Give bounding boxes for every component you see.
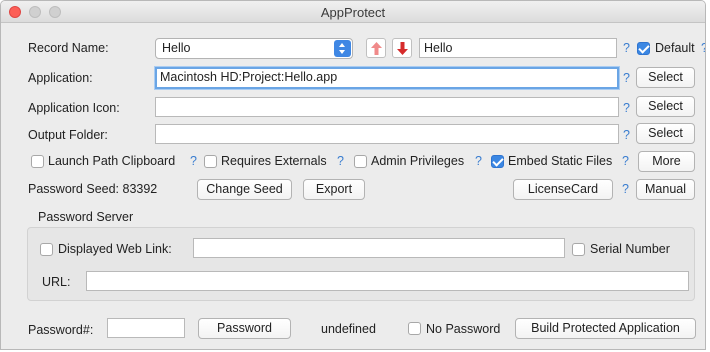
requires-externals-checkbox[interactable] bbox=[204, 155, 217, 168]
license-card-button[interactable]: LicenseCard bbox=[513, 179, 613, 200]
move-down-button[interactable] bbox=[392, 38, 412, 58]
default-label[interactable]: Default bbox=[655, 41, 695, 55]
output-select-button[interactable]: Select bbox=[636, 123, 695, 144]
record-name-popup[interactable]: Hello bbox=[155, 38, 353, 59]
record-name-field[interactable]: Hello bbox=[419, 38, 617, 58]
password-server-group: Displayed Web Link: Serial Number URL: bbox=[27, 227, 695, 301]
window-title: AppProtect bbox=[320, 5, 386, 20]
undefined-text: undefined bbox=[321, 322, 376, 336]
password-server-title: Password Server bbox=[38, 210, 134, 224]
displayed-web-link-label[interactable]: Displayed Web Link: bbox=[58, 242, 172, 256]
launch-path-checkbox[interactable] bbox=[31, 155, 44, 168]
application-path-field[interactable]: Macintosh HD:Project:Hello.app bbox=[155, 67, 619, 89]
embed-static-label[interactable]: Embed Static Files bbox=[508, 154, 612, 168]
record-help-icon[interactable]: ? bbox=[623, 41, 630, 55]
no-password-checkbox[interactable] bbox=[408, 322, 421, 335]
default-checkbox[interactable] bbox=[637, 42, 650, 55]
application-icon-label: Application Icon: bbox=[28, 101, 120, 115]
password-seed-label: Password Seed: 83392 bbox=[28, 182, 158, 196]
icon-help-icon[interactable]: ? bbox=[623, 101, 630, 115]
url-label: URL: bbox=[42, 275, 71, 289]
password-number-field[interactable] bbox=[107, 318, 185, 338]
manual-button[interactable]: Manual bbox=[636, 179, 695, 200]
requires-externals-help-icon[interactable]: ? bbox=[337, 154, 344, 168]
application-label: Application: bbox=[28, 71, 93, 85]
build-protected-application-button[interactable]: Build Protected Application bbox=[515, 318, 696, 339]
admin-privileges-label[interactable]: Admin Privileges bbox=[371, 154, 464, 168]
password-number-label: Password#: bbox=[28, 323, 94, 337]
application-help-icon[interactable]: ? bbox=[623, 71, 630, 85]
serial-number-checkbox[interactable] bbox=[572, 243, 585, 256]
embed-static-checkbox[interactable] bbox=[491, 155, 504, 168]
move-up-button[interactable] bbox=[366, 38, 386, 58]
no-password-label[interactable]: No Password bbox=[426, 322, 500, 336]
application-select-button[interactable]: Select bbox=[636, 67, 695, 88]
license-help-icon[interactable]: ? bbox=[622, 182, 629, 196]
output-help-icon[interactable]: ? bbox=[623, 128, 630, 142]
application-icon-field[interactable] bbox=[155, 97, 619, 117]
password-button[interactable]: Password bbox=[198, 318, 291, 339]
launch-path-label[interactable]: Launch Path Clipboard bbox=[48, 154, 175, 168]
output-folder-label: Output Folder: bbox=[28, 128, 108, 142]
record-name-label: Record Name: bbox=[28, 41, 109, 55]
launch-path-help-icon[interactable]: ? bbox=[190, 154, 197, 168]
serial-number-label[interactable]: Serial Number bbox=[590, 242, 670, 256]
up-arrow-icon bbox=[371, 42, 382, 55]
record-name-popup-value: Hello bbox=[162, 41, 191, 55]
export-button[interactable]: Export bbox=[303, 179, 365, 200]
requires-externals-label[interactable]: Requires Externals bbox=[221, 154, 327, 168]
app-window: AppProtect Record Name: Hello Hello ? De… bbox=[0, 0, 706, 350]
change-seed-button[interactable]: Change Seed bbox=[197, 179, 292, 200]
output-folder-field[interactable] bbox=[155, 124, 619, 144]
displayed-web-link-checkbox[interactable] bbox=[40, 243, 53, 256]
more-button[interactable]: More bbox=[638, 151, 695, 172]
admin-privileges-help-icon[interactable]: ? bbox=[475, 154, 482, 168]
down-arrow-icon bbox=[397, 42, 408, 55]
embed-static-help-icon[interactable]: ? bbox=[622, 154, 629, 168]
url-field[interactable] bbox=[86, 271, 689, 291]
popup-chevron-icon bbox=[334, 40, 351, 57]
web-link-field[interactable] bbox=[193, 238, 565, 258]
admin-privileges-checkbox[interactable] bbox=[354, 155, 367, 168]
title-bar: AppProtect bbox=[1, 1, 705, 23]
icon-select-button[interactable]: Select bbox=[636, 96, 695, 117]
default-help-icon[interactable]: ? bbox=[701, 41, 705, 55]
